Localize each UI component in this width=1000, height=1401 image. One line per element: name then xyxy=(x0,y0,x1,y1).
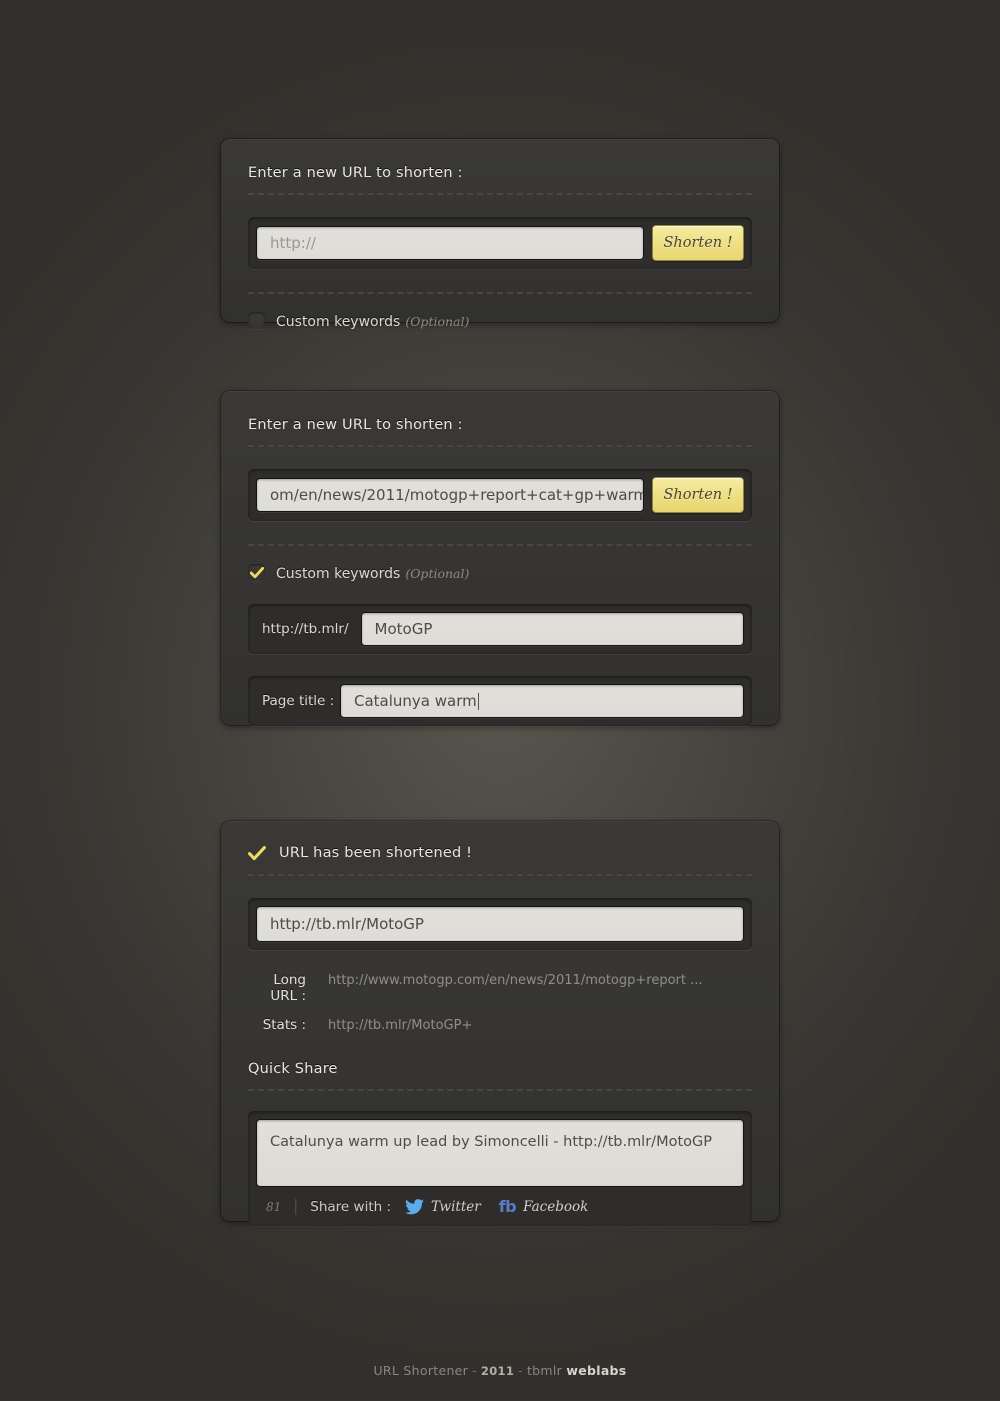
page-footer: URL Shortener -2011- tbmlr weblabs xyxy=(0,1363,1000,1378)
custom-keywords-label: Custom keywords (Optional) xyxy=(276,566,470,582)
twitter-icon xyxy=(405,1198,424,1215)
share-message-textarea[interactable]: Catalunya warm up lead by Simoncelli - h… xyxy=(256,1119,744,1187)
facebook-icon: fb xyxy=(498,1197,517,1216)
custom-keywords-row[interactable]: Custom keywords (Optional) xyxy=(248,311,752,330)
text-cursor xyxy=(477,692,479,710)
footer-brand: weblabs xyxy=(566,1363,627,1378)
info-row-long-url: Long URL : http://www.motogp.com/en/news… xyxy=(248,972,752,1004)
share-with-label: Share with : xyxy=(310,1198,392,1215)
result-panel: URL has been shortened ! http://tb.mlr/M… xyxy=(221,821,779,1226)
url-shortener-page: Enter a new URL to shorten : http:// Sho… xyxy=(0,0,1000,1401)
url-input[interactable]: om/en/news/2011/motogp+report+cat+gp+war… xyxy=(256,478,644,512)
checkmark-icon xyxy=(248,564,265,581)
char-counter: 81 xyxy=(266,1199,282,1214)
optional-tag: (Optional) xyxy=(405,314,470,329)
footer-owner: tbmlr xyxy=(526,1363,563,1378)
keyword-input[interactable]: MotoGP xyxy=(360,612,744,646)
info-label: Stats : xyxy=(262,1017,306,1033)
success-row: URL has been shortened ! xyxy=(248,821,752,861)
success-message: URL has been shortened ! xyxy=(279,845,473,861)
checkmark-icon xyxy=(248,845,266,861)
footer-year: 2011 xyxy=(480,1364,515,1378)
share-twitter-button[interactable]: Twitter xyxy=(405,1199,481,1215)
footer-app-name: URL Shortener xyxy=(373,1363,469,1378)
footer-separator: - xyxy=(518,1363,523,1378)
divider xyxy=(248,445,752,447)
page-title-input[interactable]: Catalunya warm xyxy=(340,684,744,718)
shorten-button[interactable]: Shorten ! xyxy=(652,477,744,513)
footer-separator: - xyxy=(472,1363,477,1378)
custom-keywords-row[interactable]: Custom keywords (Optional) xyxy=(248,563,752,582)
page-title-well: Page title : Catalunya warm xyxy=(248,676,752,726)
divider xyxy=(248,544,752,546)
custom-keywords-checkbox[interactable] xyxy=(248,564,265,581)
page-title-value: Catalunya warm xyxy=(354,692,477,710)
twitter-label: Twitter xyxy=(431,1198,481,1215)
keyword-well: http://tb.mlr/ MotoGP xyxy=(248,604,752,654)
quick-share-heading: Quick Share xyxy=(248,1061,338,1077)
info-label: Long URL : xyxy=(270,972,306,1004)
divider xyxy=(248,193,752,195)
short-url-well: http://tb.mlr/MotoGP xyxy=(248,898,752,950)
facebook-label: Facebook xyxy=(523,1198,589,1215)
keyword-prefix-label: http://tb.mlr/ xyxy=(262,621,349,637)
optional-tag: (Optional) xyxy=(405,566,470,581)
url-input-well: om/en/news/2011/motogp+report+cat+gp+war… xyxy=(248,469,752,521)
custom-keywords-label: Custom keywords (Optional) xyxy=(276,314,470,330)
share-bar: 81 Share with : Twitter fb Facebook xyxy=(256,1187,744,1218)
short-url-input[interactable]: http://tb.mlr/MotoGP xyxy=(256,906,744,942)
shorten-form-panel-filled: Enter a new URL to shorten : om/en/news/… xyxy=(221,391,779,726)
quick-share-well: Catalunya warm up lead by Simoncelli - h… xyxy=(248,1111,752,1226)
url-input-well: http:// Shorten ! xyxy=(248,217,752,269)
info-value[interactable]: http://tb.mlr/MotoGP+ xyxy=(328,1018,472,1033)
divider xyxy=(248,1089,752,1091)
shorten-button[interactable]: Shorten ! xyxy=(652,225,744,261)
info-row-stats: Stats : http://tb.mlr/MotoGP+ xyxy=(248,1017,752,1033)
shorten-form-panel-empty: Enter a new URL to shorten : http:// Sho… xyxy=(221,139,779,330)
share-facebook-button[interactable]: fb Facebook xyxy=(499,1197,589,1216)
info-value[interactable]: http://www.motogp.com/en/news/2011/motog… xyxy=(328,973,703,988)
custom-keywords-checkbox[interactable] xyxy=(248,312,265,329)
panel2-heading: Enter a new URL to shorten : xyxy=(248,417,463,433)
url-input[interactable]: http:// xyxy=(256,226,644,260)
divider xyxy=(248,292,752,294)
panel1-heading: Enter a new URL to shorten : xyxy=(248,165,463,181)
page-title-label: Page title : xyxy=(262,693,335,709)
divider xyxy=(248,874,752,876)
